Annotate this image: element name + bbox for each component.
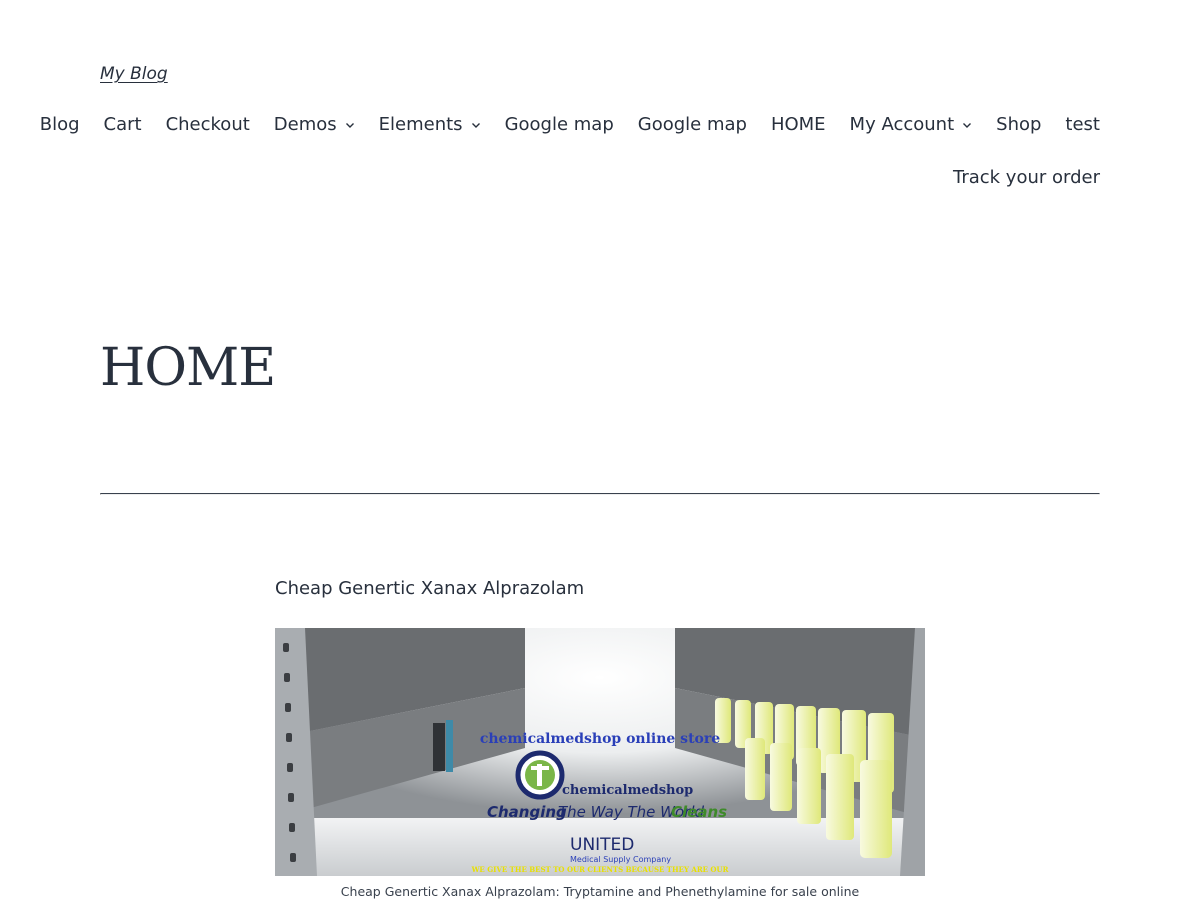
nav-item-google-map[interactable]: Google map bbox=[505, 114, 614, 135]
slogan-part-1: Changing bbox=[487, 803, 567, 821]
image-footer-text: WE GIVE THE BEST TO OUR CLIENTS BECAUSE … bbox=[471, 865, 729, 874]
nav-row-primary: Blog Cart Checkout Demos Elements Google… bbox=[40, 114, 1100, 135]
nav-item-test[interactable]: test bbox=[1065, 114, 1100, 135]
company-name: UNITED bbox=[570, 835, 634, 855]
warehouse-promo-image: chemicalmedshop online store chemicalmed… bbox=[275, 628, 925, 876]
chevron-down-icon[interactable] bbox=[471, 120, 481, 130]
nav-item-track-order[interactable]: Track your order bbox=[953, 167, 1100, 188]
nav-label: Demos bbox=[273, 114, 337, 135]
content-heading: Cheap Genertic Xanax Alprazolam bbox=[275, 578, 585, 599]
nav-label: Google map bbox=[504, 114, 614, 135]
nav-item-home[interactable]: HOME bbox=[771, 114, 826, 135]
image-caption: Cheap Genertic Xanax Alprazolam: Tryptam… bbox=[340, 884, 860, 899]
nav-label: Track your order bbox=[952, 167, 1100, 188]
chevron-down-icon[interactable] bbox=[962, 120, 972, 130]
nav-label: Elements bbox=[378, 114, 463, 135]
nav-item-google-map-2[interactable]: Google map bbox=[638, 114, 747, 135]
header-divider bbox=[100, 493, 1100, 495]
slogan-part-3: Cleans bbox=[671, 803, 727, 821]
nav-label: test bbox=[1065, 114, 1100, 135]
nav-label: Checkout bbox=[165, 114, 250, 135]
nav-label: Google map bbox=[637, 114, 747, 135]
nav-item-blog[interactable]: Blog bbox=[40, 114, 80, 135]
nav-row-secondary: Track your order bbox=[953, 167, 1100, 188]
nav-label: Cart bbox=[103, 114, 142, 135]
featured-image[interactable]: chemicalmedshop online store chemicalmed… bbox=[275, 628, 925, 876]
nav-label: My Account bbox=[849, 114, 955, 135]
nav-item-checkout[interactable]: Checkout bbox=[166, 114, 250, 135]
nav-item-elements[interactable]: Elements bbox=[379, 114, 481, 135]
site-title-link[interactable]: My Blog bbox=[100, 64, 168, 84]
banner-text: chemicalmedshop online store bbox=[480, 731, 720, 747]
chevron-down-icon[interactable] bbox=[345, 120, 355, 130]
nav-item-demos[interactable]: Demos bbox=[274, 114, 355, 135]
nav-item-shop[interactable]: Shop bbox=[996, 114, 1041, 135]
nav-label: Shop bbox=[996, 114, 1042, 135]
brand-name: chemicalmedshop bbox=[562, 783, 693, 798]
nav-label: HOME bbox=[770, 114, 826, 135]
page-title: HOME bbox=[100, 338, 276, 398]
nav-label: Blog bbox=[39, 114, 80, 135]
nav-item-cart[interactable]: Cart bbox=[104, 114, 142, 135]
nav-item-my-account[interactable]: My Account bbox=[850, 114, 973, 135]
company-subtitle: Medical Supply Company bbox=[570, 855, 671, 864]
